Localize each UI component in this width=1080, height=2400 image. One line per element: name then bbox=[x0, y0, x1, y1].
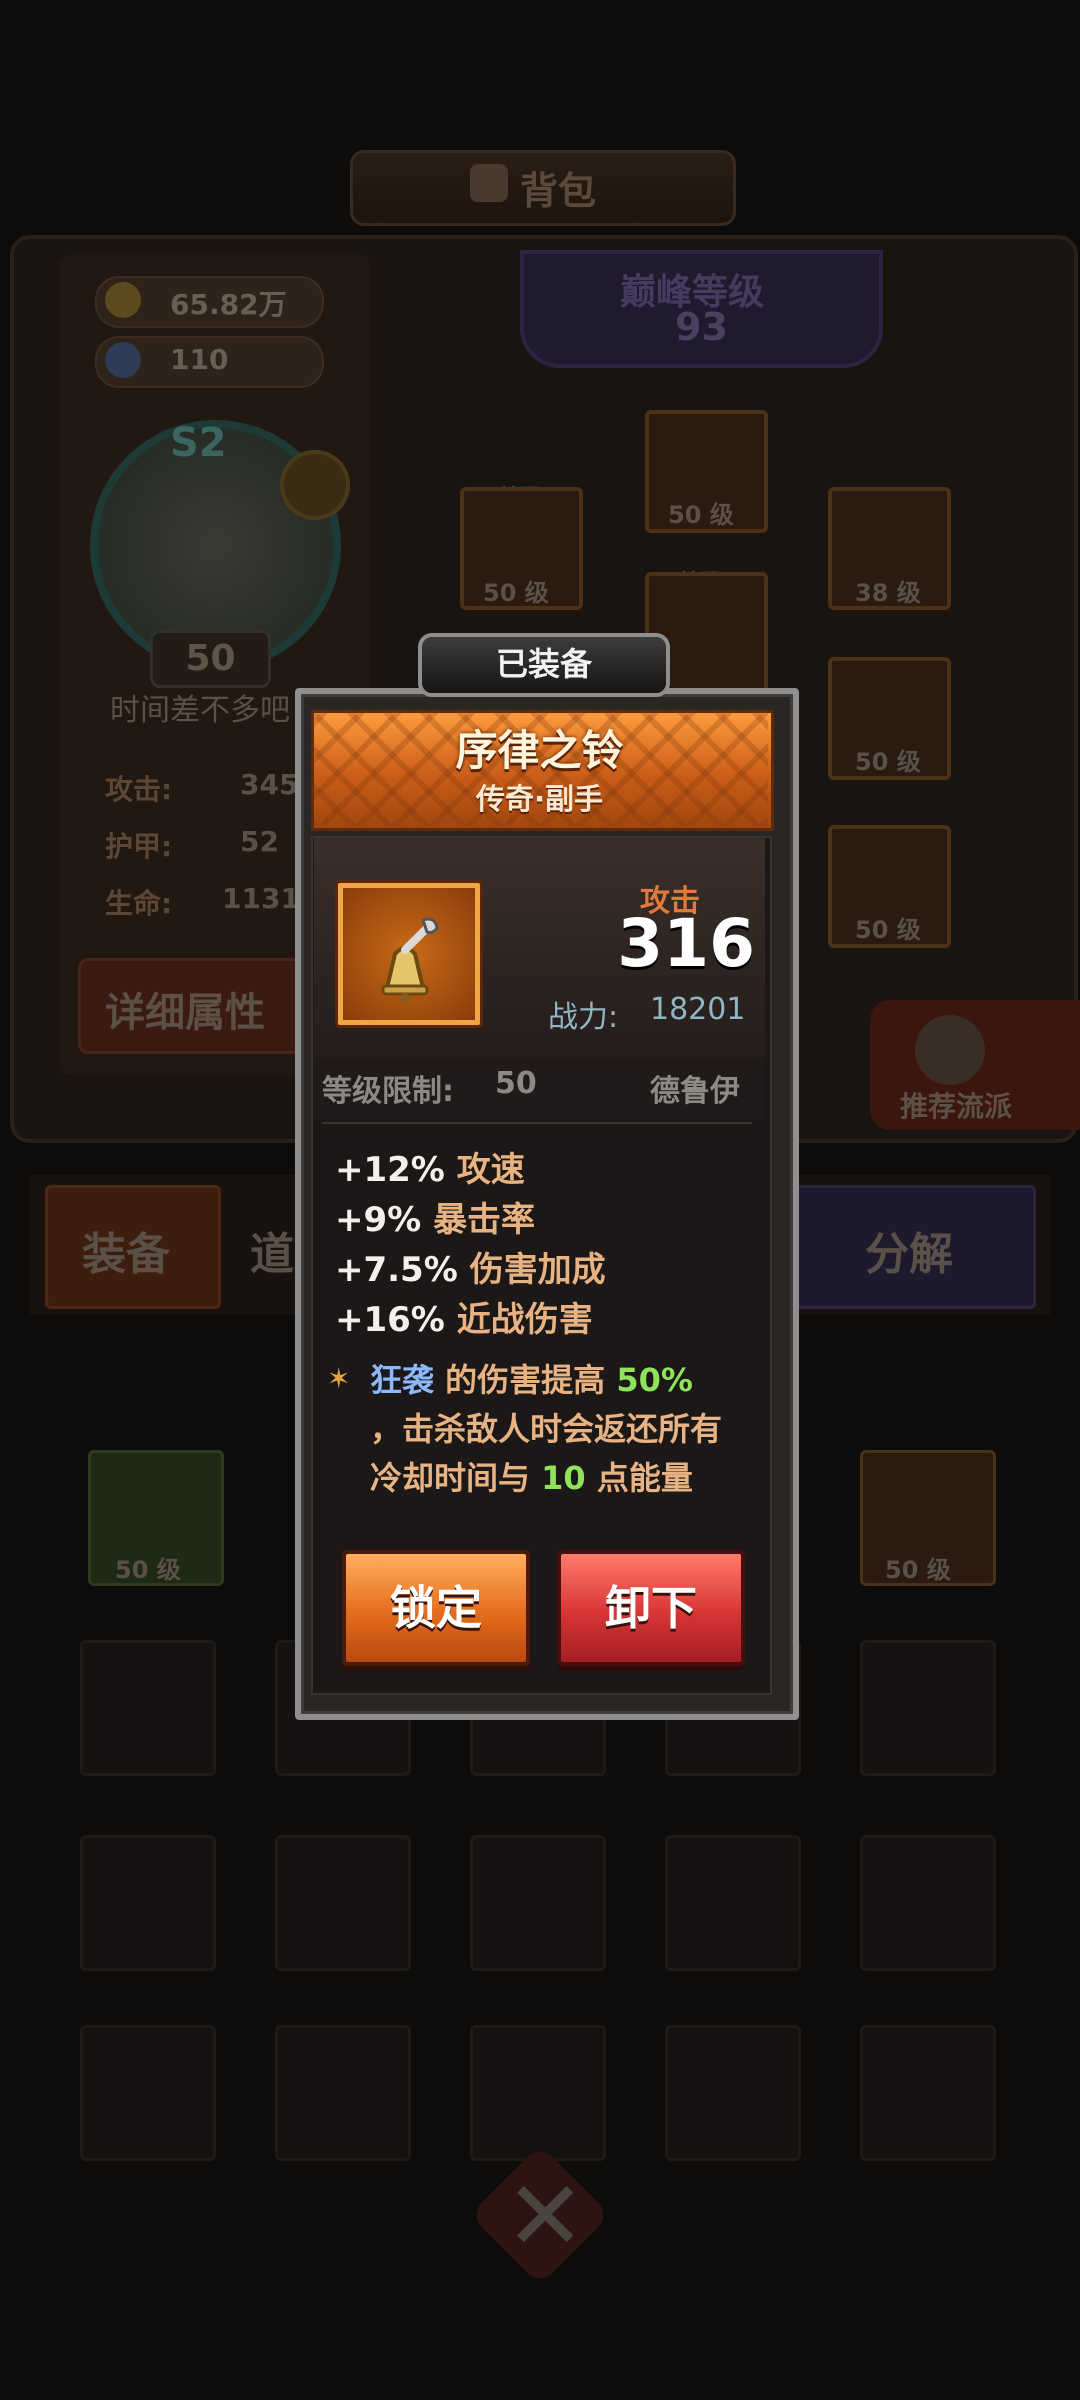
effect-energy: 10 bbox=[541, 1459, 586, 1497]
inventory-slot-empty[interactable] bbox=[470, 1835, 606, 1971]
stat-line: +16% 近战伤害 bbox=[335, 1292, 593, 1341]
stat-line: +12% 攻速 bbox=[335, 1142, 525, 1191]
effect-skill: 狂袭 bbox=[370, 1361, 435, 1399]
power-value: 18201 bbox=[650, 992, 746, 1027]
inventory-slot-empty[interactable] bbox=[275, 1835, 411, 1971]
inventory-slot-empty[interactable] bbox=[860, 2025, 996, 2161]
effect-text: ，击杀敌人时会返还所有 bbox=[370, 1410, 723, 1448]
equipped-status-tab: 已装备 bbox=[418, 633, 670, 697]
effect-percent: 50% bbox=[616, 1361, 693, 1399]
effect-line-2: ，击杀敌人时会返还所有 bbox=[370, 1404, 722, 1450]
class-requirement: 德鲁伊 bbox=[650, 1074, 740, 1109]
lock-button[interactable]: 锁定 bbox=[342, 1550, 530, 1666]
inventory-slot-empty[interactable] bbox=[80, 1835, 216, 1971]
item-type: 传奇·副手 bbox=[475, 782, 604, 816]
gem-icon bbox=[105, 342, 141, 378]
effect-text: 的伤害提高 bbox=[445, 1361, 606, 1399]
tab-items-label[interactable]: 道 bbox=[250, 1218, 294, 1282]
close-icon: ✕ bbox=[505, 2160, 586, 2272]
gold-coin-icon bbox=[105, 282, 141, 318]
inventory-slot-empty[interactable] bbox=[665, 2025, 801, 2161]
inventory-slot-empty[interactable] bbox=[80, 2025, 216, 2161]
unequip-button-label: 卸下 bbox=[605, 1581, 697, 1635]
level-limit-value: 50 bbox=[495, 1066, 537, 1101]
stat-hp-label: 生命: bbox=[105, 887, 173, 920]
divider bbox=[322, 1122, 752, 1124]
stat-line: +9% 暴击率 bbox=[335, 1192, 535, 1241]
effect-line-3: 冷却时间与 10 点能量 bbox=[370, 1453, 693, 1499]
stat-value: +7.5% bbox=[335, 1250, 458, 1290]
stat-name: 近战伤害 bbox=[456, 1300, 593, 1340]
effect-text: 冷却时间与 bbox=[370, 1459, 531, 1497]
gear-slot-level: 50 级 bbox=[483, 579, 549, 607]
stat-name: 伤害加成 bbox=[469, 1250, 606, 1290]
stat-value: +9% bbox=[335, 1200, 422, 1240]
item-icon-frame bbox=[338, 883, 480, 1025]
bell-icon bbox=[381, 917, 439, 1003]
power-label: 战力: bbox=[548, 1000, 619, 1035]
gem-value: 110 bbox=[170, 343, 229, 376]
stat-attack-label: 攻击: bbox=[105, 773, 173, 806]
gear-slot-level: 50 级 bbox=[855, 748, 921, 776]
stat-hp-value: 1131 bbox=[222, 882, 300, 915]
inventory-slot-empty[interactable] bbox=[860, 1640, 996, 1776]
gear-slot-level: 50 级 bbox=[855, 916, 921, 944]
screen-title: 背包 bbox=[520, 169, 597, 213]
main-stat-value: 316 bbox=[617, 905, 755, 982]
peak-level-value: 93 bbox=[675, 305, 728, 349]
refresh-icon[interactable] bbox=[280, 450, 350, 520]
tab-equipment-label: 装备 bbox=[82, 1229, 170, 1280]
effect-text: 点能量 bbox=[596, 1459, 693, 1497]
thumbs-up-icon bbox=[915, 1015, 985, 1085]
inventory-slot-empty[interactable] bbox=[275, 2025, 411, 2161]
star-icon: ✶ bbox=[327, 1362, 351, 1395]
player-name: 时间差不多吧 bbox=[110, 693, 290, 728]
inventory-item-level: 50 级 bbox=[885, 1556, 951, 1584]
stat-line: +7.5% 伤害加成 bbox=[335, 1242, 606, 1291]
level-limit-label: 等级限制: bbox=[322, 1074, 454, 1109]
tab-decompose-label: 分解 bbox=[865, 1229, 953, 1280]
gear-slot-level: 38 级 bbox=[855, 579, 921, 607]
stat-name: 暴击率 bbox=[433, 1200, 536, 1240]
inventory-item-level: 50 级 bbox=[115, 1556, 181, 1584]
player-level: 50 bbox=[150, 630, 271, 688]
stat-value: +16% bbox=[335, 1300, 445, 1340]
backpack-icon bbox=[470, 164, 508, 202]
inventory-slot-empty[interactable] bbox=[665, 1835, 801, 1971]
item-name: 序律之铃 bbox=[455, 726, 624, 775]
inventory-slot-empty[interactable] bbox=[80, 1640, 216, 1776]
unequip-button[interactable]: 卸下 bbox=[557, 1550, 745, 1666]
gear-slot-level: 50 级 bbox=[668, 501, 734, 529]
inventory-slot-empty[interactable] bbox=[860, 1835, 996, 1971]
rank-badge: S2 bbox=[170, 420, 227, 466]
stat-attack-value: 345 bbox=[240, 768, 299, 801]
stat-name: 攻速 bbox=[456, 1150, 525, 1190]
detail-attributes-label: 详细属性 bbox=[105, 990, 265, 1036]
recommend-build-label: 推荐流派 bbox=[900, 1090, 1013, 1123]
gold-value: 65.82万 bbox=[170, 288, 287, 321]
effect-line-1: 狂袭 的伤害提高 50% bbox=[370, 1355, 693, 1401]
stat-value: +12% bbox=[335, 1150, 445, 1190]
stat-armor-label: 护甲: bbox=[105, 830, 173, 863]
lock-button-label: 锁定 bbox=[390, 1581, 482, 1635]
stat-armor-value: 52 bbox=[240, 825, 279, 858]
inventory-slot-empty[interactable] bbox=[470, 2025, 606, 2161]
